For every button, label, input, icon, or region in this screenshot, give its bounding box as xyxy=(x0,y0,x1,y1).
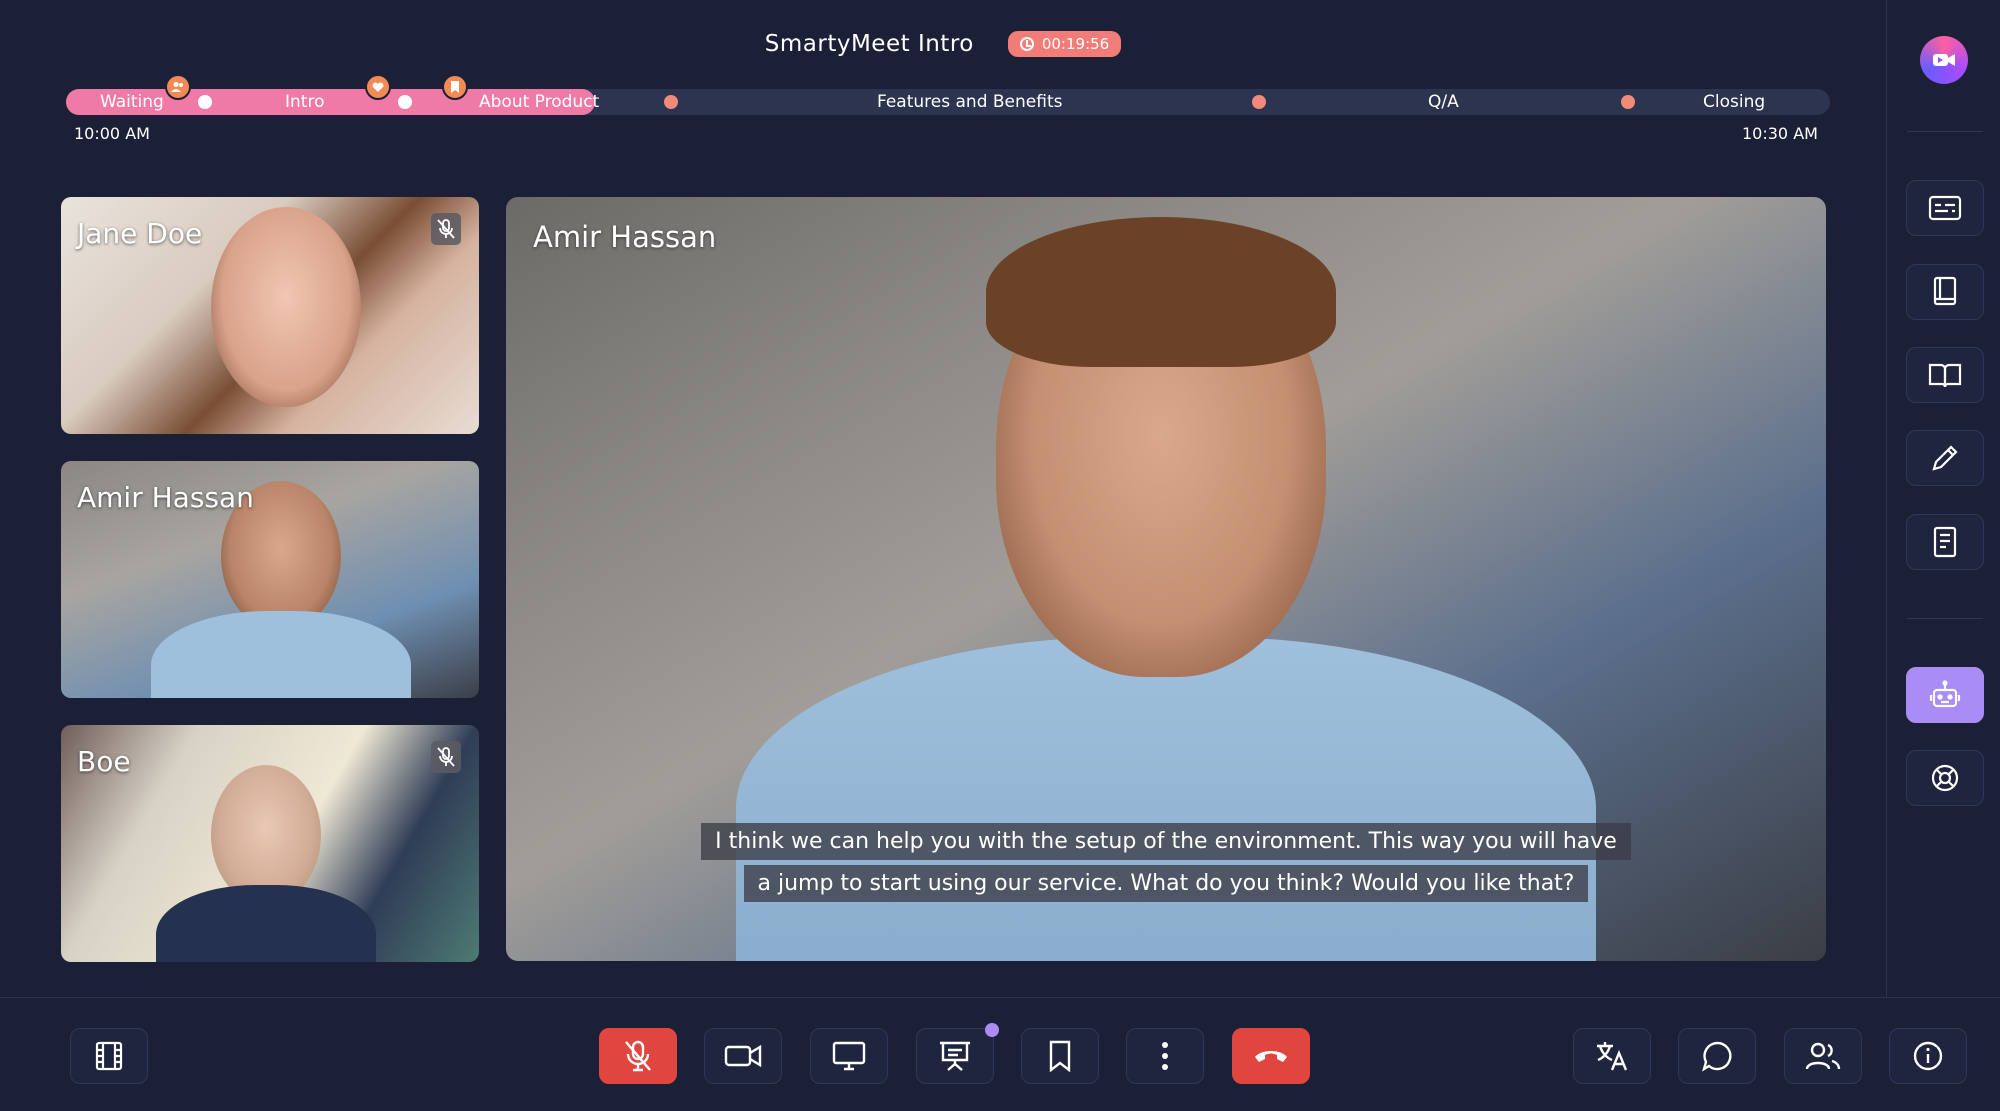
mic-off-icon xyxy=(625,1040,651,1072)
more-options-button[interactable] xyxy=(1126,1028,1204,1084)
timeline-start-time: 10:00 AM xyxy=(74,124,150,143)
bottom-toolbar xyxy=(0,997,2000,1111)
mic-muted-icon xyxy=(431,213,461,245)
support-button[interactable] xyxy=(1906,750,1984,806)
whiteboard-button[interactable] xyxy=(1906,430,1984,486)
chat-button[interactable] xyxy=(1678,1028,1756,1084)
captions-button[interactable] xyxy=(1906,180,1984,236)
chat-icon xyxy=(1702,1041,1732,1072)
info-icon xyxy=(1913,1041,1943,1071)
participant-tile[interactable]: Jane Doe xyxy=(61,197,479,434)
participant-video xyxy=(211,765,321,905)
rail-divider xyxy=(1907,618,1983,619)
participant-name: Amir Hassan xyxy=(77,481,254,514)
caption-text: I think we can help you with the setup o… xyxy=(701,823,1631,860)
ai-assistant-button[interactable] xyxy=(1906,667,1984,723)
timeline-dot xyxy=(1621,95,1635,109)
mic-muted-icon xyxy=(431,741,461,773)
speaker-body xyxy=(736,637,1596,961)
timer-value: 00:19:56 xyxy=(1041,35,1110,53)
share-screen-button[interactable] xyxy=(810,1028,888,1084)
participant-tile[interactable]: Boe xyxy=(61,725,479,962)
participant-video xyxy=(211,207,361,407)
info-button[interactable] xyxy=(1889,1028,1967,1084)
participant-video-body xyxy=(156,885,376,962)
heart-icon xyxy=(365,74,391,100)
participant-name: Jane Doe xyxy=(77,217,203,250)
speaker-hair xyxy=(986,217,1336,367)
participants-icon xyxy=(1805,1042,1841,1070)
presentation-icon xyxy=(940,1041,970,1071)
participant-name: Boe xyxy=(77,745,131,778)
timeline-dot xyxy=(398,95,412,109)
leave-call-button[interactable] xyxy=(1232,1028,1310,1084)
notebook-icon xyxy=(1933,276,1957,306)
live-caption-line-2: a jump to start using our service. What … xyxy=(506,865,1826,902)
caption-text: a jump to start using our service. What … xyxy=(743,865,1589,902)
pencil-icon xyxy=(1932,445,1958,471)
participant-tile[interactable]: Amir Hassan xyxy=(61,461,479,698)
timeline-segment-qa[interactable]: Q/A xyxy=(1428,89,1459,115)
app-logo xyxy=(1920,36,1968,84)
captions-icon xyxy=(1928,195,1962,221)
participant-video-body xyxy=(151,611,411,698)
timeline-dot xyxy=(1252,95,1266,109)
hang-up-icon xyxy=(1255,1051,1287,1062)
document-icon xyxy=(1933,526,1957,558)
timeline-segment-about-product[interactable]: About Product xyxy=(479,89,599,115)
waiting-people-icon xyxy=(165,74,191,100)
notes-button[interactable] xyxy=(1906,514,1984,570)
timeline-segment-waiting[interactable]: Waiting xyxy=(100,89,164,115)
lifebuoy-icon xyxy=(1931,764,1959,792)
active-speaker-name: Amir Hassan xyxy=(533,220,717,254)
agenda-timeline[interactable]: Waiting Intro About Product Features and… xyxy=(66,74,1830,115)
camera-button[interactable] xyxy=(704,1028,782,1084)
timeline-dot xyxy=(198,95,212,109)
monitor-icon xyxy=(832,1041,866,1071)
mute-mic-button[interactable] xyxy=(599,1028,677,1084)
film-icon xyxy=(95,1041,123,1071)
participants-button[interactable] xyxy=(1784,1028,1862,1084)
active-speaker-video[interactable]: Amir Hassan I think we can help you with… xyxy=(506,197,1826,961)
notebook-button[interactable] xyxy=(1906,264,1984,320)
timeline-segment-intro[interactable]: Intro xyxy=(285,89,324,115)
meeting-title: SmartyMeet Intro xyxy=(764,31,974,57)
timeline-segment-closing[interactable]: Closing xyxy=(1703,89,1765,115)
live-caption-line-1: I think we can help you with the setup o… xyxy=(506,823,1826,860)
presentation-button[interactable] xyxy=(916,1023,999,1084)
book-open-icon xyxy=(1928,363,1962,388)
recordings-button[interactable] xyxy=(70,1028,148,1084)
clock-icon xyxy=(1019,37,1034,51)
robot-icon xyxy=(1929,680,1961,708)
meeting-main: SmartyMeet Intro 00:19:56 Waiting Intro … xyxy=(0,0,1886,997)
rail-divider xyxy=(1907,131,1983,132)
notification-badge xyxy=(985,1023,999,1037)
more-vertical-icon xyxy=(1162,1042,1168,1070)
translate-button[interactable] xyxy=(1573,1028,1651,1084)
book-button[interactable] xyxy=(1906,347,1984,403)
timeline-dot xyxy=(664,95,678,109)
timeline-end-time: 10:30 AM xyxy=(1742,124,1818,143)
timeline-segment-features[interactable]: Features and Benefits xyxy=(877,89,1062,115)
right-sidebar xyxy=(1886,0,2000,997)
bookmark-icon xyxy=(1049,1040,1071,1072)
video-camera-icon xyxy=(724,1044,762,1068)
translate-icon xyxy=(1597,1042,1628,1071)
bookmark-button[interactable] xyxy=(1021,1028,1099,1084)
bookmark-marker-icon xyxy=(442,74,468,100)
title-row: SmartyMeet Intro 00:19:56 xyxy=(0,26,1886,62)
meeting-timer: 00:19:56 xyxy=(1007,31,1122,57)
